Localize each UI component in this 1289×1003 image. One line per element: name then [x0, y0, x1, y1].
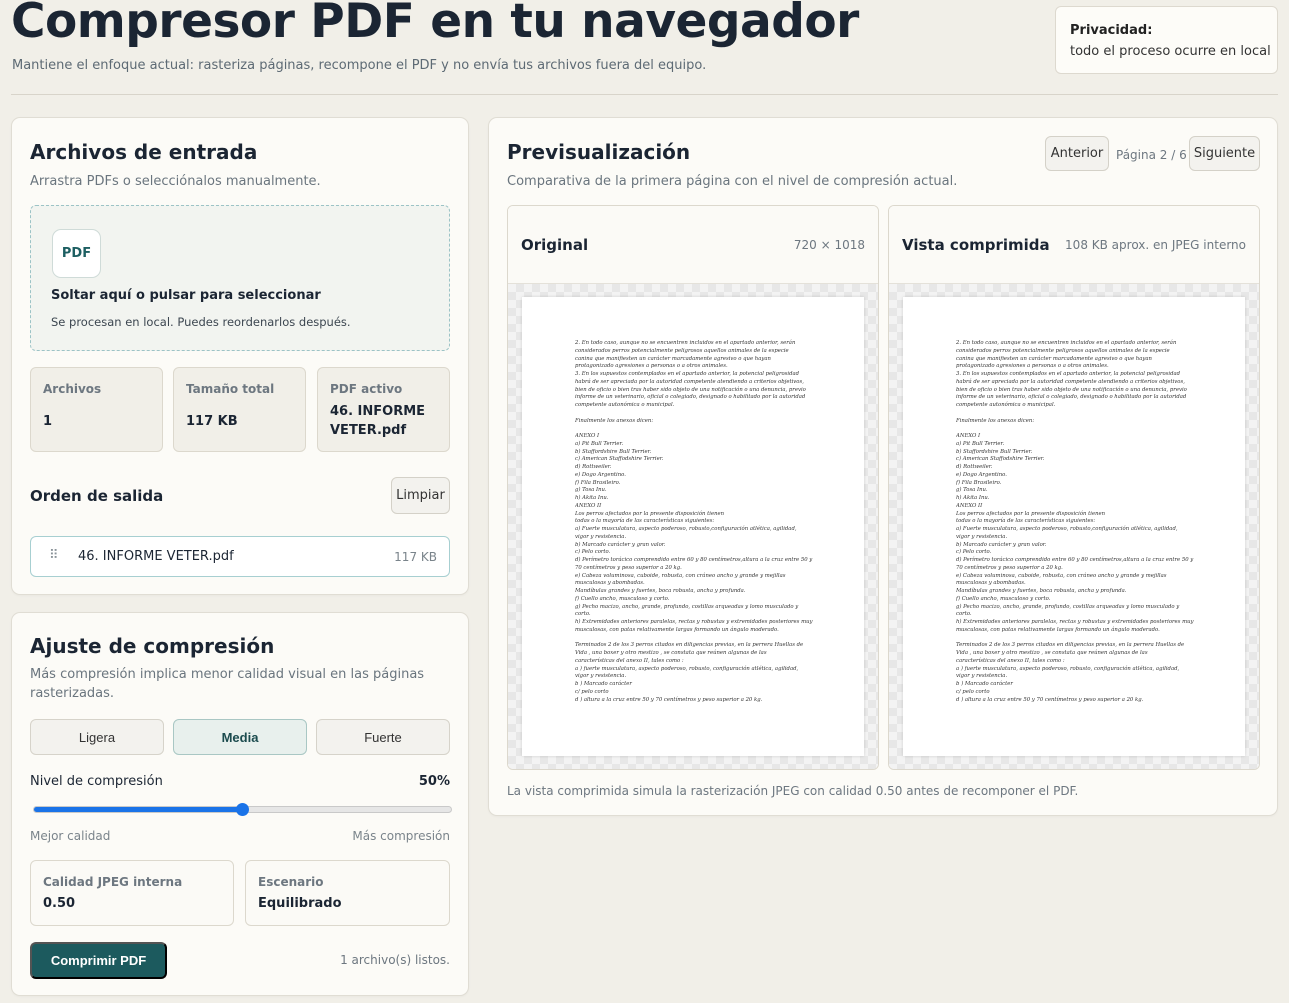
slider-thumb[interactable]: [235, 803, 249, 816]
jpeg-quality-value: 0.50: [43, 896, 76, 911]
preset-strong-button[interactable]: Fuerte: [316, 719, 450, 755]
page-indicator: Página 2 / 6: [1116, 148, 1187, 162]
file-dropzone[interactable]: PDF Soltar aquí o pulsar para selecciona…: [30, 205, 450, 351]
compression-slider[interactable]: [33, 803, 452, 816]
compressed-page-render: 2. En todo caso, aunque no se encuentren…: [903, 297, 1245, 756]
document-text-line: competente autonómica o municipal.: [575, 402, 675, 408]
stat-label: Archivos: [43, 382, 102, 396]
preset-light-button[interactable]: Ligera: [30, 719, 164, 755]
compression-level-label: Nivel de compresión: [30, 774, 163, 789]
original-preview-header: Original 720 × 1018: [508, 206, 878, 284]
preset-medium-button[interactable]: Media: [173, 719, 307, 755]
document-text-line: Finalmente los anexos dicen:: [956, 417, 1035, 424]
scenario-label: Escenario: [258, 875, 324, 889]
document-text-line: musculosas, con patas relativamente larg…: [956, 626, 1160, 633]
document-text-line: Finalmente los anexos dicen:: [575, 417, 654, 424]
page-title: Compresor PDF en tu navegador: [11, 0, 859, 49]
dropzone-title: Soltar aquí o pulsar para seleccionar: [51, 288, 321, 303]
stat-value: 46. INFORME VETER.pdf: [330, 404, 426, 438]
drag-handle-icon[interactable]: ⠿: [49, 548, 58, 563]
file-list-item[interactable]: ⠿ 46. INFORME VETER.pdf 117 KB: [30, 536, 450, 577]
original-dimensions: 720 × 1018: [793, 238, 865, 252]
stat-active-pdf: PDF activo 46. INFORME VETER.pdf: [317, 367, 450, 452]
previous-page-button[interactable]: Anterior: [1045, 136, 1109, 171]
original-page-render: 2. En todo caso, aunque no se encuentren…: [522, 297, 864, 756]
stat-total-size: Tamaño total 117 KB: [173, 367, 306, 452]
compress-pdf-button[interactable]: Comprimir PDF: [30, 942, 167, 979]
document-text-line: competente autonómica o municipal.: [956, 402, 1056, 408]
slider-fill: [34, 807, 243, 812]
page-subtitle: Mantiene el enfoque actual: rasteriza pá…: [12, 58, 707, 73]
output-order-label: Orden de salida: [30, 487, 164, 505]
document-text-line: d ) altura a la cruz entre 50 y 70 centí…: [956, 696, 1144, 703]
original-preview-canvas: 2. En todo caso, aunque no se encuentren…: [508, 284, 878, 769]
pdf-file-icon: PDF: [52, 229, 101, 278]
privacy-label: Privacidad:: [1070, 23, 1153, 38]
document-text-line: musculosas, con patas relativamente larg…: [575, 626, 779, 633]
preview-panel: Previsualización Comparativa de la prime…: [488, 117, 1278, 816]
preview-panel-description: Comparativa de la primera página con el …: [507, 174, 958, 189]
input-panel-title: Archivos de entrada: [30, 140, 258, 164]
scenario-card: Escenario Equilibrado: [245, 860, 450, 926]
privacy-notice: Privacidad: todo el proceso ocurre en lo…: [1055, 6, 1278, 74]
compression-panel-title: Ajuste de compresión: [30, 634, 275, 658]
stat-value: 1: [43, 414, 53, 429]
preview-panel-title: Previsualización: [507, 140, 691, 164]
stat-label: Tamaño total: [186, 382, 275, 396]
slider-min-label: Mejor calidad: [30, 829, 111, 843]
dropzone-subtitle: Se procesan en local. Puedes reordenarlo…: [51, 315, 351, 329]
compressed-preview-card: Vista comprimida 108 KB aprox. en JPEG i…: [888, 205, 1260, 770]
file-size: 117 KB: [394, 550, 437, 564]
compression-level-value: 50%: [418, 774, 450, 789]
compressed-preview-title: Vista comprimida: [902, 236, 1050, 254]
stat-label: PDF activo: [330, 382, 403, 396]
files-ready-status: 1 archivo(s) listos.: [340, 953, 450, 967]
file-name: 46. INFORME VETER.pdf: [78, 549, 234, 564]
scenario-value: Equilibrado: [258, 896, 342, 911]
original-preview-title: Original: [521, 236, 589, 254]
clear-button[interactable]: Limpiar: [391, 477, 450, 514]
jpeg-quality-card: Calidad JPEG interna 0.50: [30, 860, 234, 926]
input-files-panel: Archivos de entrada Arrastra PDFs o sele…: [11, 117, 469, 595]
stat-file-count: Archivos 1: [30, 367, 163, 452]
preview-note: La vista comprimida simula la rasterizac…: [507, 784, 1079, 798]
compressed-preview-canvas: 2. En todo caso, aunque no se encuentren…: [889, 284, 1259, 769]
compressed-preview-header: Vista comprimida 108 KB aprox. en JPEG i…: [889, 206, 1259, 284]
next-page-button[interactable]: Siguiente: [1189, 136, 1260, 171]
input-panel-description: Arrastra PDFs o selecciónalos manualment…: [30, 174, 321, 189]
header-divider: [11, 94, 1278, 95]
privacy-text: todo el proceso ocurre en local: [1070, 44, 1271, 59]
compressed-size-estimate: 108 KB aprox. en JPEG interno: [1065, 238, 1246, 252]
document-text-line: d ) altura a la cruz entre 50 y 70 centí…: [575, 696, 763, 703]
slider-max-label: Más compresión: [352, 829, 450, 843]
original-preview-card: Original 720 × 1018 2. En todo caso, aun…: [507, 205, 879, 770]
stat-value: 117 KB: [186, 414, 238, 429]
compression-panel-description: Más compresión implica menor calidad vis…: [30, 667, 425, 701]
compression-settings-panel: Ajuste de compresión Más compresión impl…: [11, 612, 469, 996]
jpeg-quality-label: Calidad JPEG interna: [43, 875, 183, 889]
